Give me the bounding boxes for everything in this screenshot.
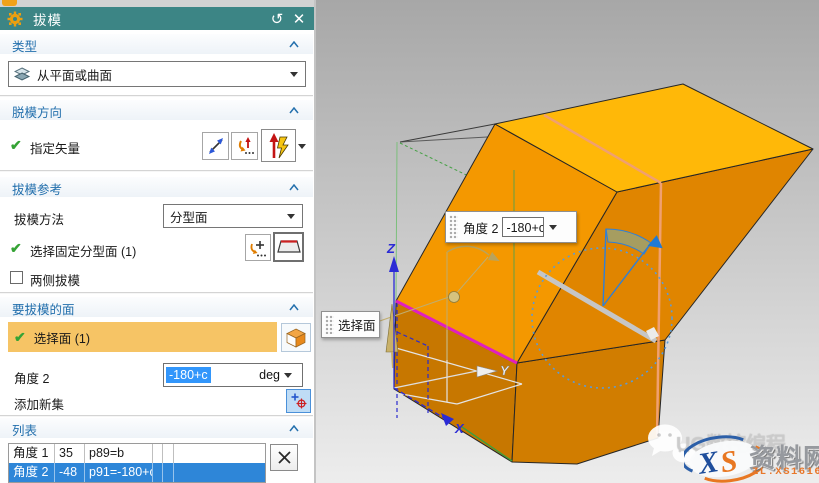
angle-label: 角度 2 [14,368,49,387]
section-draft-direction[interactable]: 脱模方向 [0,100,313,120]
cube-icon [285,327,307,349]
onscreen-dropdown-arrow-icon[interactable] [549,225,557,230]
check-icon: ✔ [10,240,22,257]
section-draft-references-label: 拔模参考 [12,179,62,198]
select-face-tooltip-label: 选择面 [338,315,376,334]
reset-button[interactable]: ↺ [266,9,288,29]
row-value-cell: 35 [55,444,85,463]
check-icon: ✔ [10,137,22,154]
watermark-site-url: ZL.XS1616.COM [752,466,819,478]
toolbar-icon-fragment [2,0,17,6]
drag-handle-icon[interactable] [325,315,334,334]
row-empty-cell [163,463,174,482]
specify-vector-label: 指定矢量 [30,138,80,157]
toolbar-strip [0,0,314,7]
table-row[interactable]: 角度 1 35 p89=b [9,444,265,463]
onscreen-angle-field[interactable]: -180+c [502,217,544,237]
draft-method-combo[interactable]: 分型面 [163,204,303,228]
draft-method-label: 拔模方法 [14,209,64,228]
check-icon: ✔ [14,329,26,346]
section-draft-references[interactable]: 拔模参考 [0,177,313,197]
section-list-label: 列表 [12,420,37,439]
vector-dialog-icon [235,136,255,156]
section-list[interactable]: 列表 [0,418,313,438]
dropdown-arrow-icon [290,72,298,77]
draft-dialog: 拔模 ↺ ✕ 类型 从平面或曲面 脱模方向 ✔ 指定矢量 [0,0,316,483]
select-face-row[interactable]: ✔ 选择面 (1) [8,322,277,352]
section-draft-direction-label: 脱模方向 [12,102,62,121]
type-combo-value: 从平面或曲面 [31,65,290,84]
reverse-direction-button[interactable] [202,132,229,160]
angle-value-selected: -180+c [166,367,211,383]
chevron-up-icon[interactable] [289,41,299,48]
dialog-title: 拔模 [33,9,62,29]
delete-x-icon [277,450,292,465]
angle-unit[interactable]: deg [259,368,280,382]
plane-or-surface-icon [14,67,31,82]
row-formula-cell: p91=-180+c [85,463,153,482]
onscreen-angle-input[interactable]: 角度 2 -180+c [445,211,577,243]
angle-list-table: 角度 1 35 p89=b 角度 2 -48 p91=-180+c [8,443,266,483]
row-label-cell: 角度 1 [9,444,55,463]
chevron-up-icon[interactable] [289,425,299,432]
point-plus-icon [248,238,268,258]
point-dialog-button[interactable] [245,234,271,261]
row-empty-cell [163,444,174,463]
onscreen-angle-value: -180+c [506,221,544,235]
drag-handle-icon[interactable] [449,215,458,239]
add-set-icon [290,392,308,410]
z-axis-label: Z [386,241,396,256]
inferred-vector-button[interactable] [261,129,296,162]
nx-application: 拔模 ↺ ✕ 类型 从平面或曲面 脱模方向 ✔ 指定矢量 [0,0,819,483]
chevron-up-icon[interactable] [289,184,299,191]
add-new-set-label: 添加新集 [14,394,64,413]
parting-plane-button[interactable] [273,232,304,262]
row-label-cell: 角度 2 [9,463,55,482]
section-type[interactable]: 类型 [0,34,313,54]
vector-dialog-button[interactable] [231,132,258,160]
sphere-handle[interactable] [449,292,460,303]
inferred-vector-icon [266,132,292,160]
row-empty-cell [174,463,265,482]
face-select-button[interactable] [281,323,311,352]
x-axis-label: X [454,421,465,436]
reverse-direction-icon [206,136,226,156]
add-new-set-button[interactable] [286,389,311,413]
parting-plane-icon [277,238,301,256]
chevron-up-icon[interactable] [289,107,299,114]
remove-row-button[interactable] [270,444,298,471]
section-faces-to-draft-label: 要拔模的面 [12,299,75,318]
row-empty-cell [153,463,163,482]
draft-solid[interactable] [394,84,813,464]
angle-input[interactable]: -180+c deg [163,363,303,387]
unit-dropdown-arrow-icon[interactable] [284,373,292,378]
type-combo[interactable]: 从平面或曲面 [8,61,306,87]
z-axis-arrow-icon[interactable] [389,256,399,272]
onscreen-angle-label: 角度 2 [463,218,498,237]
dialog-titlebar[interactable]: 拔模 ↺ ✕ [0,7,314,30]
row-empty-cell [174,444,265,463]
select-face-label: 选择面 (1) [34,328,90,347]
section-type-label: 类型 [12,36,37,55]
vector-options-arrow-icon[interactable] [298,144,306,149]
close-button[interactable]: ✕ [288,9,310,29]
both-sides-label: 两侧拔模 [30,270,80,289]
draft-method-value: 分型面 [164,207,287,226]
fixed-parting-label: 选择固定分型面 (1) [30,241,136,260]
section-faces-to-draft[interactable]: 要拔模的面 [0,297,313,317]
gear-icon [7,11,23,27]
dropdown-arrow-icon [287,214,295,219]
viewport-3d[interactable]: Z Y X 角度 2 -180+c 选择面 [316,0,819,483]
table-row-selected[interactable]: 角度 2 -48 p91=-180+c [9,463,265,482]
both-sides-checkbox[interactable] [10,271,23,284]
row-value-cell: -48 [55,463,85,482]
row-formula-cell: p89=b [85,444,153,463]
row-empty-cell [153,444,163,463]
chevron-up-icon[interactable] [289,304,299,311]
select-face-tooltip[interactable]: 选择面 [321,311,380,338]
y-axis-label: Y [500,363,510,378]
